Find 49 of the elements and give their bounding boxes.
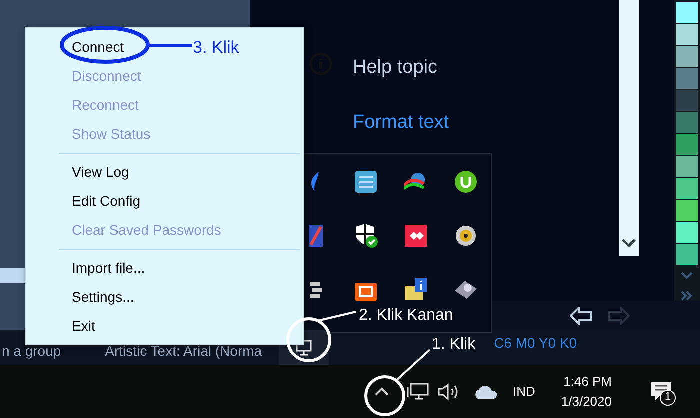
globe-arrow-icon[interactable] (404, 172, 428, 192)
color-swatch[interactable] (676, 200, 698, 221)
color-swatch[interactable] (676, 112, 698, 133)
clock-time[interactable]: 1:46 PM (564, 372, 612, 392)
disc-icon[interactable] (455, 225, 477, 247)
menu-item[interactable]: Settings... (72, 287, 134, 308)
menu-item[interactable]: Connect (72, 37, 124, 58)
color-swatch[interactable] (676, 222, 698, 243)
leader-line (318, 311, 356, 322)
color-readout: C6 M0 Y0 K0 (494, 334, 578, 353)
color-swatch[interactable] (676, 134, 698, 155)
chevron-down-icon[interactable] (622, 239, 636, 248)
cloud-icon[interactable] (473, 384, 499, 398)
color-swatch[interactable] (676, 244, 698, 265)
color-swatch[interactable] (676, 46, 698, 67)
diamond-tile-icon[interactable] (405, 225, 427, 247)
shield-check-icon[interactable] (354, 224, 378, 248)
double-chevron-icon[interactable] (681, 291, 693, 301)
language-indicator[interactable]: IND (513, 382, 536, 402)
menu-item[interactable]: View Log (72, 162, 130, 183)
network-monitor-icon[interactable] (407, 382, 429, 400)
clock-date[interactable]: 1/3/2020 (561, 392, 612, 412)
help-topic-label: Help topic (353, 57, 438, 78)
color-swatch[interactable] (676, 2, 698, 23)
annotation-label: 1. Klik (432, 335, 476, 355)
status-text: Artistic Text: Arial (Norma (105, 342, 262, 361)
status-text: n a group (2, 342, 62, 361)
annotation-label: 3. Klik (193, 37, 240, 59)
annotation-label: 2. Klik Kanan (359, 306, 454, 326)
chevron-up-icon[interactable] (375, 387, 389, 396)
leader-line (395, 349, 431, 382)
format-text-link[interactable]: Format text (353, 112, 450, 132)
leader-line (148, 44, 192, 48)
menu-item[interactable]: Exit (72, 316, 96, 337)
color-swatch[interactable] (676, 178, 698, 199)
scrollbar[interactable] (619, 0, 639, 256)
notification-badge: 1 (660, 390, 676, 406)
menu-item[interactable]: Edit Config (72, 191, 140, 212)
drive-icon[interactable] (455, 279, 477, 301)
annotation-circle (364, 376, 406, 416)
color-swatch[interactable] (676, 68, 698, 89)
annotation-circle (286, 318, 332, 362)
color-swatch[interactable] (676, 156, 698, 177)
back-arrow-icon[interactable] (570, 306, 592, 324)
color-swatch[interactable] (676, 90, 698, 111)
info-folder-icon[interactable] (405, 278, 427, 302)
menu-item[interactable]: Import file... (72, 258, 146, 279)
letter-u-icon[interactable] (455, 171, 477, 193)
color-swatch[interactable] (676, 24, 698, 45)
